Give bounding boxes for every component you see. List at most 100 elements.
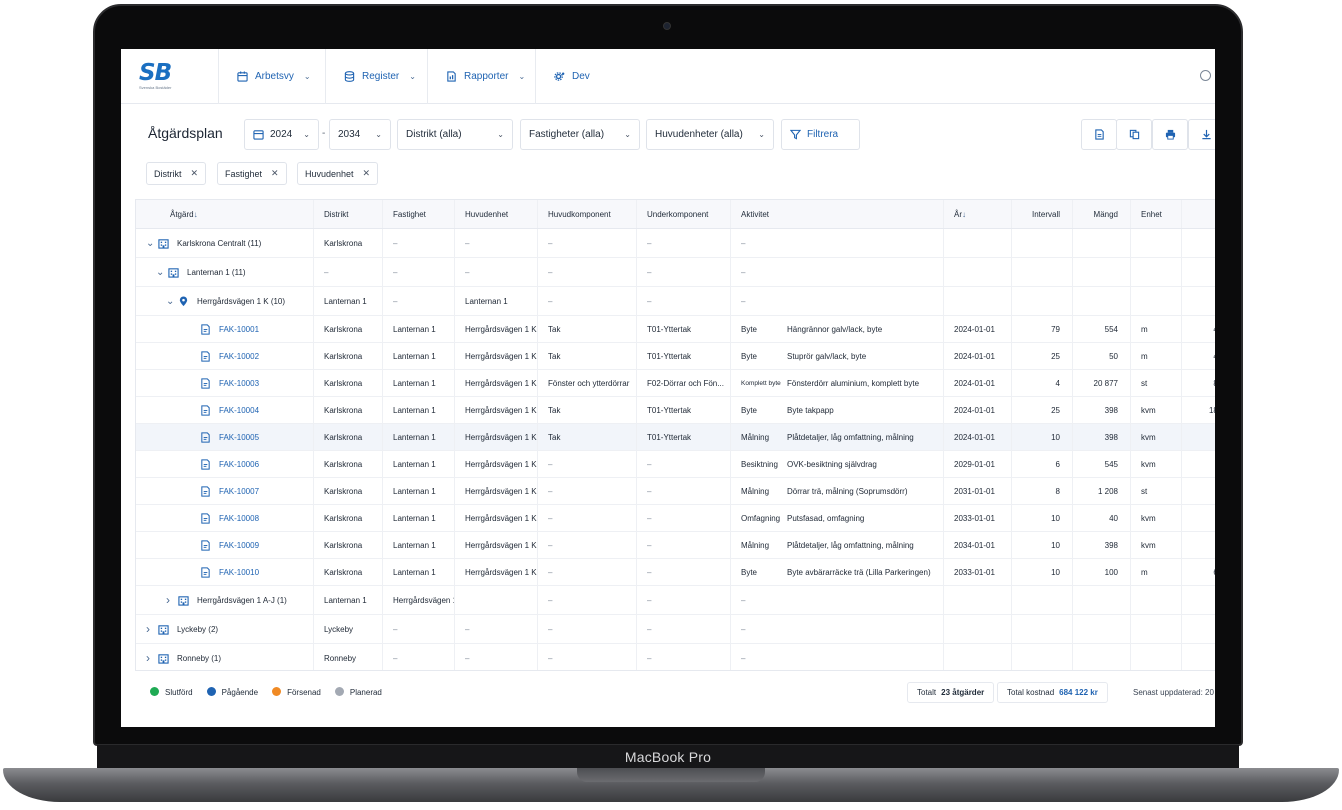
action-id-cell[interactable]: FAK-10007 <box>136 478 314 504</box>
table-row[interactable]: FAK-10010 Karlskrona Lanternan 1 Herrgårdsv… <box>136 559 1215 586</box>
sort-arrow-icon[interactable]: ↓ <box>962 210 966 219</box>
filter-chip-distrikt[interactable]: Distrikt ✕ <box>146 162 207 185</box>
print-button[interactable] <box>1152 119 1188 150</box>
header-col-mangd[interactable]: Mängd <box>1073 200 1131 228</box>
action-id-link[interactable]: FAK-10001 <box>219 325 259 334</box>
chevron-right-icon[interactable]: › <box>146 651 158 665</box>
chevron-down-icon[interactable]: ⌄ <box>166 296 178 307</box>
table-row[interactable]: FAK-10007 Karlskrona Lanternan 1 Herrgårdsv… <box>136 478 1215 505</box>
group-label-cell[interactable]: › Lyckeby (2) <box>136 615 314 643</box>
action-id-cell[interactable]: FAK-10002 <box>136 343 314 369</box>
group-row[interactable]: ⌄ Lanternan 1 (11) – – – – – – <box>136 258 1215 287</box>
sort-arrow-icon[interactable]: ↓ <box>194 210 198 219</box>
copy-button[interactable] <box>1116 119 1152 150</box>
action-id-link[interactable]: FAK-10010 <box>219 568 259 577</box>
filter-chip-huvudenhet[interactable]: Huvudenhet ✕ <box>297 162 379 185</box>
header-col-ar[interactable]: År ↓ <box>944 200 1012 228</box>
district-select[interactable]: Distrikt (alla) ⌄ <box>397 119 513 150</box>
year-from-select[interactable]: 2024 ⌄ <box>244 119 319 150</box>
header-col-distrikt[interactable]: Distrikt <box>314 200 383 228</box>
chevron-down-icon[interactable]: ⌄ <box>156 267 168 278</box>
table-row[interactable]: FAK-10003 Karlskrona Lanternan 1 Herrgårdsv… <box>136 370 1215 397</box>
logo[interactable]: SB Svenska Bostäder <box>139 60 183 92</box>
nav-dev[interactable]: Dev <box>535 49 590 104</box>
filter-icon <box>790 129 801 140</box>
header-col-enhet[interactable]: Enhet <box>1131 200 1182 228</box>
action-id-cell[interactable]: FAK-10006 <box>136 451 314 477</box>
header-col-aktivitet[interactable]: Aktivitet <box>731 200 944 228</box>
table-row[interactable]: FAK-10005 Karlskrona Lanternan 1 Herrgårdsv… <box>136 424 1215 451</box>
properties-select[interactable]: Fastigheter (alla) ⌄ <box>520 119 640 150</box>
action-id-link[interactable]: FAK-10002 <box>219 352 259 361</box>
filter-chip-fastighet[interactable]: Fastighet ✕ <box>217 162 287 185</box>
theme-toggle-icon[interactable] <box>1200 70 1211 81</box>
filter-button[interactable]: Filtrera <box>781 119 860 150</box>
chevron-right-icon[interactable]: › <box>166 593 178 607</box>
header-col-underkomponent[interactable]: Underkomponent <box>637 200 731 228</box>
action-id-link[interactable]: FAK-10006 <box>219 460 259 469</box>
action-id-cell[interactable]: FAK-10003 <box>136 370 314 396</box>
group-row[interactable]: ⌄ Herrgårdsvägen 1 K (10) Lanternan 1 – Lant… <box>136 287 1215 316</box>
close-icon[interactable]: ✕ <box>191 168 199 179</box>
col-enhet: st <box>1131 370 1182 396</box>
activity-description: Putsfasad, omfagning <box>787 513 865 523</box>
cost-label: Total kostnad <box>1007 688 1055 697</box>
header-col-intervall[interactable]: Intervall <box>1012 200 1073 228</box>
action-id-cell[interactable]: FAK-10005 <box>136 424 314 450</box>
col-intervall: 25 <box>1012 343 1073 369</box>
group-row[interactable]: › Ronneby (1) Ronneby – – – – – <box>136 644 1215 670</box>
header-col-huvudenhet[interactable]: Huvudenhet <box>455 200 538 228</box>
action-id-cell[interactable]: FAK-10004 <box>136 397 314 423</box>
group-label: Herrgårdsvägen 1 A-J (1) <box>197 595 287 605</box>
col-intervall: 10 <box>1012 424 1073 450</box>
nav-rapporter[interactable]: Rapporter ⌄ <box>427 49 525 104</box>
document-icon <box>200 377 211 389</box>
group-label-cell[interactable]: › Herrgårdsvägen 1 A-J (1) <box>136 586 314 614</box>
group-label-cell[interactable]: ⌄ Lanternan 1 (11) <box>136 258 314 286</box>
group-row[interactable]: › Herrgårdsvägen 1 A-J (1) Lanternan 1 Herr… <box>136 586 1215 615</box>
cell-value: kvm <box>1141 540 1156 550</box>
export-report-button[interactable] <box>1081 119 1117 150</box>
action-id-link[interactable]: FAK-10005 <box>219 433 259 442</box>
action-id-cell[interactable]: FAK-10001 <box>136 316 314 342</box>
nav-arbetsvy[interactable]: Arbetsvy ⌄ <box>218 49 311 104</box>
download-button[interactable] <box>1188 119 1215 150</box>
table-row[interactable]: FAK-10009 Karlskrona Lanternan 1 Herrgårdsv… <box>136 532 1215 559</box>
nav-register[interactable]: Register ⌄ <box>325 49 416 104</box>
header-col-fastighet[interactable]: Fastighet <box>383 200 455 228</box>
group-row[interactable]: › Lyckeby (2) Lyckeby – – – – – <box>136 615 1215 644</box>
main-units-select[interactable]: Huvudenheter (alla) ⌄ <box>646 119 774 150</box>
header-col-kostnad[interactable]: Kos <box>1182 200 1215 228</box>
action-id-cell[interactable]: FAK-10009 <box>136 532 314 558</box>
group-col-huvudenhet: – <box>455 229 538 257</box>
empty-cell <box>1073 644 1131 670</box>
action-id-cell[interactable]: FAK-10010 <box>136 559 314 585</box>
header-col-huvudkomponent[interactable]: Huvudkomponent <box>538 200 637 228</box>
close-icon[interactable]: ✕ <box>363 168 371 179</box>
col-underkomponent: – <box>637 451 731 477</box>
chevron-right-icon[interactable]: › <box>146 622 158 636</box>
table-row[interactable]: FAK-10006 Karlskrona Lanternan 1 Herrgårdsv… <box>136 451 1215 478</box>
action-id-link[interactable]: FAK-10008 <box>219 514 259 523</box>
year-to-select[interactable]: 2034 ⌄ <box>329 119 391 150</box>
table-row[interactable]: FAK-10001 Karlskrona Lanternan 1 Herrgårdsv… <box>136 316 1215 343</box>
cell-value: 182 6 <box>1208 405 1215 415</box>
table-row[interactable]: FAK-10008 Karlskrona Lanternan 1 Herrgårdsv… <box>136 505 1215 532</box>
cell-value: Herrgårdsvägen 1 K <box>465 513 537 523</box>
table-row[interactable]: FAK-10002 Karlskrona Lanternan 1 Herrgårdsv… <box>136 343 1215 370</box>
header-col-atgard[interactable]: Åtgärd ↓ <box>136 200 314 228</box>
action-id-cell[interactable]: FAK-10008 <box>136 505 314 531</box>
action-id-link[interactable]: FAK-10003 <box>219 379 259 388</box>
group-label-cell[interactable]: ⌄ Herrgårdsvägen 1 K (10) <box>136 287 314 315</box>
action-id-link[interactable]: FAK-10004 <box>219 406 259 415</box>
group-row[interactable]: ⌄ Karlskrona Centralt (11) Karlskrona – – – – – <box>136 229 1215 258</box>
chevron-down-icon[interactable]: ⌄ <box>146 238 158 249</box>
action-id-link[interactable]: FAK-10007 <box>219 487 259 496</box>
close-icon[interactable]: ✕ <box>271 168 279 179</box>
action-id-link[interactable]: FAK-10009 <box>219 541 259 550</box>
cost-value: 684 122 kr <box>1059 688 1098 697</box>
building-icon <box>168 267 179 278</box>
table-row[interactable]: FAK-10004 Karlskrona Lanternan 1 Herrgårdsv… <box>136 397 1215 424</box>
group-label-cell[interactable]: ⌄ Karlskrona Centralt (11) <box>136 229 314 257</box>
group-label-cell[interactable]: › Ronneby (1) <box>136 644 314 670</box>
